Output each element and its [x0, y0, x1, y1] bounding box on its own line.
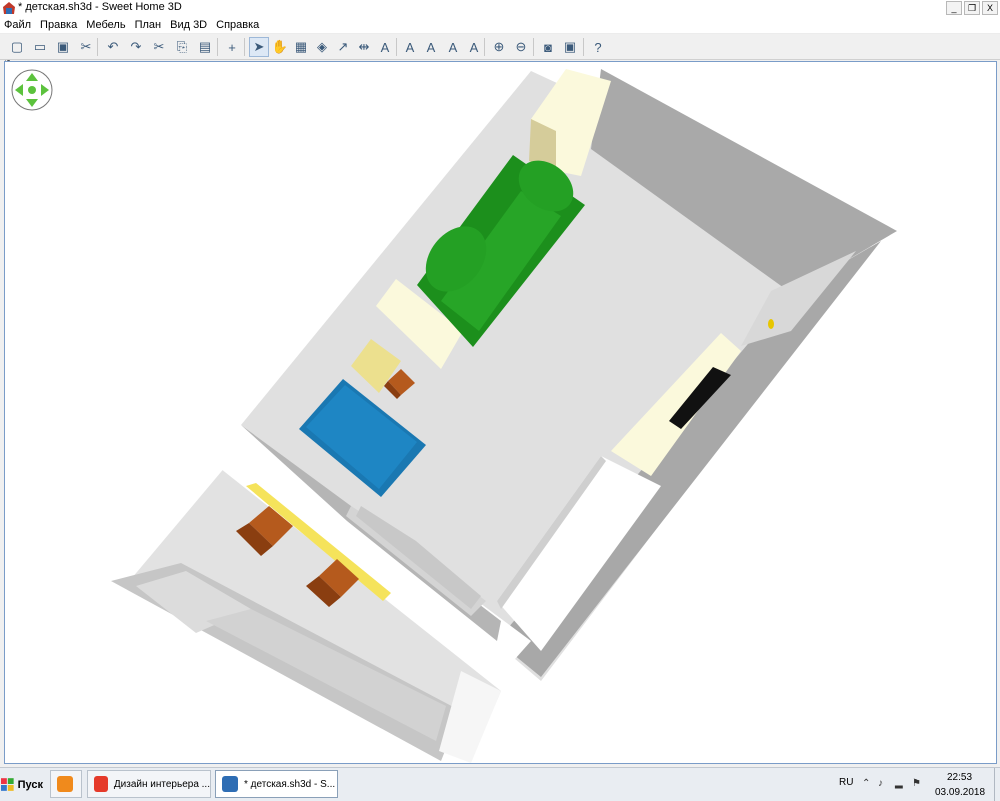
title-bar: * детская.sh3d - Sweet Home 3D _ ❐ X	[0, 0, 1000, 17]
toolbar: ▢ ▭ ▣ ✂ ↶ ↷ ✂ ⎘ ▤ + ➤ ✋ ▦ ◈ ↗ ⇹ A A A A A ⊕ ⊖ ◙ ▣?	[0, 35, 1000, 60]
create-polylines-button[interactable]: ↗	[333, 37, 353, 57]
window-title: * детская.sh3d - Sweet Home 3D	[18, 1, 182, 13]
copy-icon: ⎘	[176, 39, 188, 54]
menu-help[interactable]: Справка	[216, 19, 259, 31]
toolbar-separator	[396, 38, 397, 56]
add-text-icon: A	[380, 39, 390, 55]
menu-plan[interactable]: План	[135, 19, 162, 31]
clock-time[interactable]: 22:53	[947, 772, 972, 783]
sweethome3d-icon	[222, 776, 238, 792]
preferences-button[interactable]: ✂	[76, 37, 96, 57]
navigation-arrows[interactable]	[11, 69, 53, 111]
taskbar: Пуск RU ⌃ ♪ ▂ ⚑ 22:53 03.09.2018 Дизайн …	[0, 767, 1000, 801]
modify-text-icon: A	[405, 39, 415, 55]
menu-edit[interactable]: Правка	[40, 19, 77, 31]
zoom-in-button[interactable]: ⊕	[489, 37, 509, 57]
taskbar-sweethome3d[interactable]: * детская.sh3d - S...	[215, 770, 338, 798]
minimize-button[interactable]: _	[946, 1, 962, 15]
close-button[interactable]: X	[982, 1, 998, 15]
yandex-icon	[94, 776, 108, 792]
create-photo-icon: ◙	[544, 39, 552, 55]
3d-scene[interactable]	[5, 62, 996, 763]
open-button[interactable]: ▭	[30, 37, 50, 57]
help-button[interactable]: ?	[588, 37, 608, 57]
new-button[interactable]: ▢	[7, 37, 27, 57]
start-button[interactable]: Пуск	[1, 770, 43, 799]
create-rooms-button[interactable]: ◈	[312, 37, 332, 57]
create-video-button[interactable]: ▣	[560, 37, 580, 57]
add-furniture-icon: +	[228, 39, 236, 55]
menu-3d-view[interactable]: Вид 3D	[170, 19, 207, 31]
toolbar-separator	[217, 38, 218, 56]
select-mode-button[interactable]: ➤	[249, 37, 269, 57]
zoom-in-icon: ⊕	[493, 39, 505, 54]
start-label: Пуск	[17, 778, 43, 791]
menu-bar: Файл Правка Мебель План Вид 3D Справка	[0, 16, 1000, 34]
network-icon[interactable]: ▂	[895, 778, 903, 789]
save-button[interactable]: ▣	[53, 37, 73, 57]
create-dimensions-button[interactable]: ⇹	[354, 37, 374, 57]
menu-file[interactable]: Файл	[4, 19, 31, 31]
pan-mode-icon: ✋	[271, 39, 289, 54]
undo-icon: ↶	[107, 39, 119, 54]
cut-button[interactable]: ✂	[149, 37, 169, 57]
decrease-text-icon: A	[448, 39, 458, 55]
zoom-out-icon: ⊖	[515, 39, 527, 54]
bold-text-icon: A	[469, 39, 479, 55]
media-player-icon	[57, 776, 73, 792]
app-icon	[3, 2, 15, 14]
toolbar-separator	[484, 38, 485, 56]
bold-text-button[interactable]: A	[464, 37, 484, 57]
open-icon: ▭	[33, 39, 47, 54]
clock-date[interactable]: 03.09.2018	[935, 787, 985, 798]
toolbar-separator	[244, 38, 245, 56]
create-walls-icon: ▦	[294, 39, 308, 54]
decrease-text-button[interactable]: A	[443, 37, 463, 57]
volume-icon[interactable]: ♪	[878, 778, 883, 789]
taskbar-item-label: * детская.sh3d - S...	[244, 778, 336, 790]
door-handle	[768, 319, 774, 329]
create-polylines-icon: ↗	[337, 39, 349, 54]
menu-furniture[interactable]: Мебель	[86, 19, 125, 31]
3d-view[interactable]	[4, 61, 997, 764]
copy-button[interactable]: ⎘	[172, 37, 192, 57]
redo-button[interactable]: ↷	[126, 37, 146, 57]
taskbar-yandex-browser[interactable]: Дизайн интерьера ...	[87, 770, 211, 798]
zoom-out-button[interactable]: ⊖	[511, 37, 531, 57]
toolbar-separator	[583, 38, 584, 56]
create-dimensions-icon: ⇹	[358, 39, 370, 54]
increase-text-button[interactable]: A	[421, 37, 441, 57]
paste-button[interactable]: ▤	[195, 37, 215, 57]
save-icon: ▣	[56, 39, 70, 54]
undo-button[interactable]: ↶	[103, 37, 123, 57]
new-icon: ▢	[10, 39, 24, 54]
help-icon: ?	[594, 39, 602, 55]
create-walls-button[interactable]: ▦	[291, 37, 311, 57]
language-indicator[interactable]: RU	[839, 777, 853, 788]
redo-icon: ↷	[130, 39, 142, 54]
create-photo-button[interactable]: ◙	[538, 37, 558, 57]
tray-expand-icon[interactable]: ⌃	[862, 778, 870, 789]
taskbar-item-label: Дизайн интерьера ...	[113, 778, 210, 790]
toolbar-separator	[97, 38, 98, 56]
preferences-icon: ✂	[80, 39, 92, 54]
select-mode-icon: ➤	[253, 39, 265, 54]
cut-icon: ✂	[153, 39, 165, 54]
create-video-icon: ▣	[563, 39, 577, 54]
add-text-button[interactable]: A	[375, 37, 395, 57]
flag-icon[interactable]: ⚑	[912, 778, 921, 789]
pan-mode-button[interactable]: ✋	[270, 37, 290, 57]
increase-text-icon: A	[426, 39, 436, 55]
show-desktop-button[interactable]	[994, 768, 1000, 801]
paste-icon: ▤	[198, 39, 212, 54]
modify-text-button[interactable]: A	[400, 37, 420, 57]
toolbar-separator	[533, 38, 534, 56]
restore-button[interactable]: ❐	[964, 1, 980, 15]
taskbar-media-player[interactable]	[50, 770, 82, 798]
add-furniture-button[interactable]: +	[222, 37, 242, 57]
windows-logo-icon	[1, 777, 14, 791]
create-rooms-icon: ◈	[317, 39, 327, 54]
